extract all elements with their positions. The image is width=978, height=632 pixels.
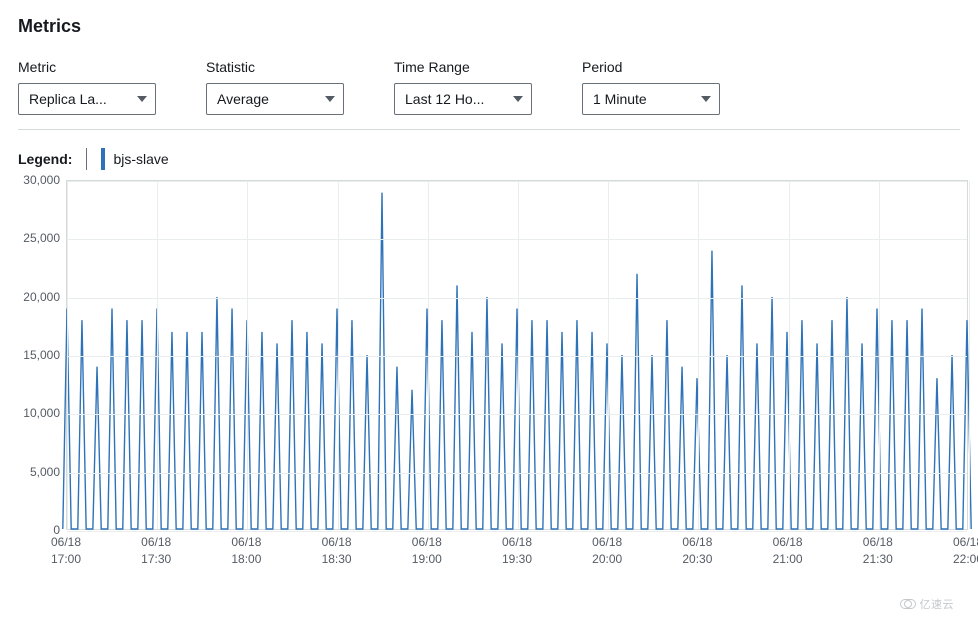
legend: Legend: bjs-slave bbox=[18, 148, 960, 170]
plot-area[interactable] bbox=[66, 180, 968, 530]
period-dropdown[interactable]: 1 Minute bbox=[582, 83, 720, 115]
x-tick-label: 06/1819:00 bbox=[412, 534, 442, 568]
timerange-dropdown[interactable]: Last 12 Ho... bbox=[394, 83, 532, 115]
x-tick-label: 06/1818:00 bbox=[231, 534, 261, 568]
x-tick-label: 06/1821:30 bbox=[863, 534, 893, 568]
x-tick-label: 06/1820:30 bbox=[682, 534, 712, 568]
caret-down-icon bbox=[701, 96, 711, 102]
x-tick-label: 06/1818:30 bbox=[322, 534, 352, 568]
x-tick-label: 06/1817:30 bbox=[141, 534, 171, 568]
caret-down-icon bbox=[513, 96, 523, 102]
y-tick-label: 20,000 bbox=[23, 290, 60, 304]
cloud-icon bbox=[900, 599, 916, 609]
y-tick-label: 30,000 bbox=[23, 173, 60, 187]
y-tick-label: 10,000 bbox=[23, 406, 60, 420]
x-tick-label: 06/1819:30 bbox=[502, 534, 532, 568]
legend-separator bbox=[86, 148, 87, 170]
line-series bbox=[67, 181, 967, 529]
x-tick-label: 06/1821:00 bbox=[773, 534, 803, 568]
legend-swatch bbox=[101, 148, 105, 170]
y-axis: 05,00010,00015,00020,00025,00030,000 bbox=[18, 180, 64, 570]
watermark-text: 亿速云 bbox=[920, 596, 955, 612]
metric-dropdown[interactable]: Replica La... bbox=[18, 83, 156, 115]
period-label: Period bbox=[582, 59, 720, 75]
legend-series-name: bjs-slave bbox=[113, 151, 168, 167]
metric-label: Metric bbox=[18, 59, 156, 75]
x-axis: 06/1817:0006/1817:3006/1818:0006/1818:30… bbox=[66, 530, 968, 570]
y-tick-label: 5,000 bbox=[30, 465, 60, 479]
y-tick-label: 15,000 bbox=[23, 348, 60, 362]
statistic-dropdown[interactable]: Average bbox=[206, 83, 344, 115]
controls-row: Metric Replica La... Statistic Average T… bbox=[18, 59, 960, 130]
x-tick-label: 06/1817:00 bbox=[51, 534, 81, 568]
watermark: 亿速云 bbox=[900, 596, 955, 612]
x-tick-label: 06/1820:00 bbox=[592, 534, 622, 568]
page-title: Metrics bbox=[18, 16, 960, 37]
statistic-label: Statistic bbox=[206, 59, 344, 75]
caret-down-icon bbox=[137, 96, 147, 102]
y-tick-label: 25,000 bbox=[23, 231, 60, 245]
statistic-value: Average bbox=[217, 91, 269, 107]
timerange-value: Last 12 Ho... bbox=[405, 91, 484, 107]
timerange-label: Time Range bbox=[394, 59, 532, 75]
period-value: 1 Minute bbox=[593, 91, 647, 107]
x-tick-label: 06/1822:00 bbox=[953, 534, 978, 568]
legend-label: Legend: bbox=[18, 151, 72, 167]
caret-down-icon bbox=[325, 96, 335, 102]
chart: 05,00010,00015,00020,00025,00030,000 06/… bbox=[18, 180, 960, 570]
metric-value: Replica La... bbox=[29, 91, 107, 107]
